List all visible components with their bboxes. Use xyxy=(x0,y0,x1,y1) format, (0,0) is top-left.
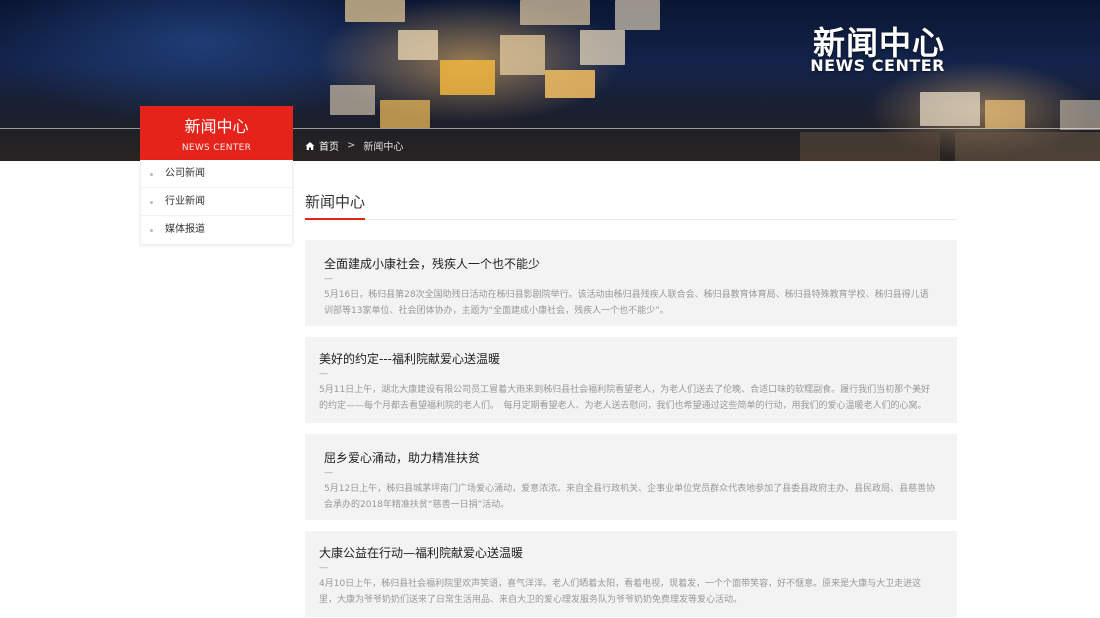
banner-decoration xyxy=(920,92,980,126)
banner-decoration xyxy=(985,100,1025,128)
banner-decoration xyxy=(955,132,1100,161)
section-title-underline xyxy=(305,218,365,220)
news-summary: 5月12日上午，秭归县城茅坪南门广场爱心涌动，爱意浓浓。来自全县行政机关、企事业… xyxy=(324,484,936,510)
sidebar-title: 新闻中心 xyxy=(184,117,249,136)
bullet-icon xyxy=(150,173,153,176)
banner-decoration xyxy=(330,85,375,115)
news-item[interactable]: 美好的约定---福利院献爱心送温暖 — 5月11日上午，湖北大康建设有限公司员工… xyxy=(305,337,957,423)
news-title[interactable]: 屈乡爱心涌动，助力精准扶贫 xyxy=(324,450,937,466)
news-item[interactable]: 屈乡爱心涌动，助力精准扶贫 — 5月12日上午，秭归县城茅坪南门广场爱心涌动，爱… xyxy=(305,434,957,520)
banner-decoration xyxy=(500,35,545,75)
breadcrumb-current: 新闻中心 xyxy=(363,142,404,153)
news-dash: — xyxy=(319,563,328,573)
banner-decoration xyxy=(800,132,940,161)
banner-decoration xyxy=(398,30,438,60)
sidebar-item-industry-news[interactable]: 行业新闻 xyxy=(141,188,292,216)
news-title[interactable]: 大康公益在行动—福利院献爱心送温暖 xyxy=(319,545,937,561)
sidebar-item-company-news[interactable]: 公司新闻 xyxy=(141,160,292,188)
banner-decoration xyxy=(580,30,625,65)
banner-decoration xyxy=(520,0,590,25)
news-title[interactable]: 全面建成小康社会，残疾人一个也不能少 xyxy=(324,256,937,272)
banner-decoration xyxy=(615,0,660,30)
bullet-icon xyxy=(150,201,153,204)
news-item[interactable]: 全面建成小康社会，残疾人一个也不能少 — 5月16日，秭归县第28次全国助残日活… xyxy=(305,240,957,326)
section-header: 新闻中心 xyxy=(305,191,957,220)
sidebar-item-label: 行业新闻 xyxy=(165,196,205,207)
news-title[interactable]: 美好的约定---福利院献爱心送温暖 xyxy=(319,351,937,367)
banner-decoration xyxy=(345,0,405,22)
news-dash: — xyxy=(324,274,333,284)
news-dash: — xyxy=(324,468,333,478)
breadcrumb-separator: > xyxy=(347,140,356,151)
banner-decoration xyxy=(380,100,430,128)
banner-decoration xyxy=(440,60,495,95)
sidebar: 新闻中心 NEWS CENTER 公司新闻 行业新闻 媒体报道 xyxy=(140,106,293,245)
sidebar-item-label: 媒体报道 xyxy=(165,224,205,235)
sidebar-subtitle: NEWS CENTER xyxy=(181,143,252,153)
home-icon[interactable] xyxy=(305,141,315,151)
banner-subtitle: NEWS CENTER xyxy=(810,56,945,75)
news-summary: 5月16日，秭归县第28次全国助残日活动在秭归县影剧院举行。该活动由秭归县残疾人… xyxy=(324,290,929,316)
sidebar-item-label: 公司新闻 xyxy=(165,168,205,179)
sidebar-item-media-reports[interactable]: 媒体报道 xyxy=(141,216,292,244)
news-summary: 4月10日上午，秭归县社会福利院里欢声笑语，喜气洋洋。老人们晒着太阳，看着电视，… xyxy=(319,579,922,605)
sidebar-header: 新闻中心 NEWS CENTER xyxy=(140,106,293,160)
sidebar-menu: 公司新闻 行业新闻 媒体报道 xyxy=(140,160,293,245)
banner-decoration xyxy=(545,70,595,98)
news-list: 全面建成小康社会，残疾人一个也不能少 — 5月16日，秭归县第28次全国助残日活… xyxy=(305,240,957,617)
main-content: 新闻中心 全面建成小康社会，残疾人一个也不能少 — 5月16日，秭归县第28次全… xyxy=(305,161,957,618)
section-title: 新闻中心 xyxy=(305,193,366,211)
news-item[interactable]: 大康公益在行动—福利院献爱心送温暖 — 4月10日上午，秭归县社会福利院里欢声笑… xyxy=(305,531,957,617)
banner-decoration xyxy=(1060,100,1100,130)
news-summary: 5月11日上午，湖北大康建设有限公司员工冒着大雨来到秭归县社会福利院看望老人，为… xyxy=(319,385,931,411)
breadcrumb: 首页 > 新闻中心 xyxy=(305,138,403,153)
breadcrumb-home-link[interactable]: 首页 xyxy=(319,138,339,153)
news-dash: — xyxy=(319,369,328,379)
bullet-icon xyxy=(150,229,153,232)
